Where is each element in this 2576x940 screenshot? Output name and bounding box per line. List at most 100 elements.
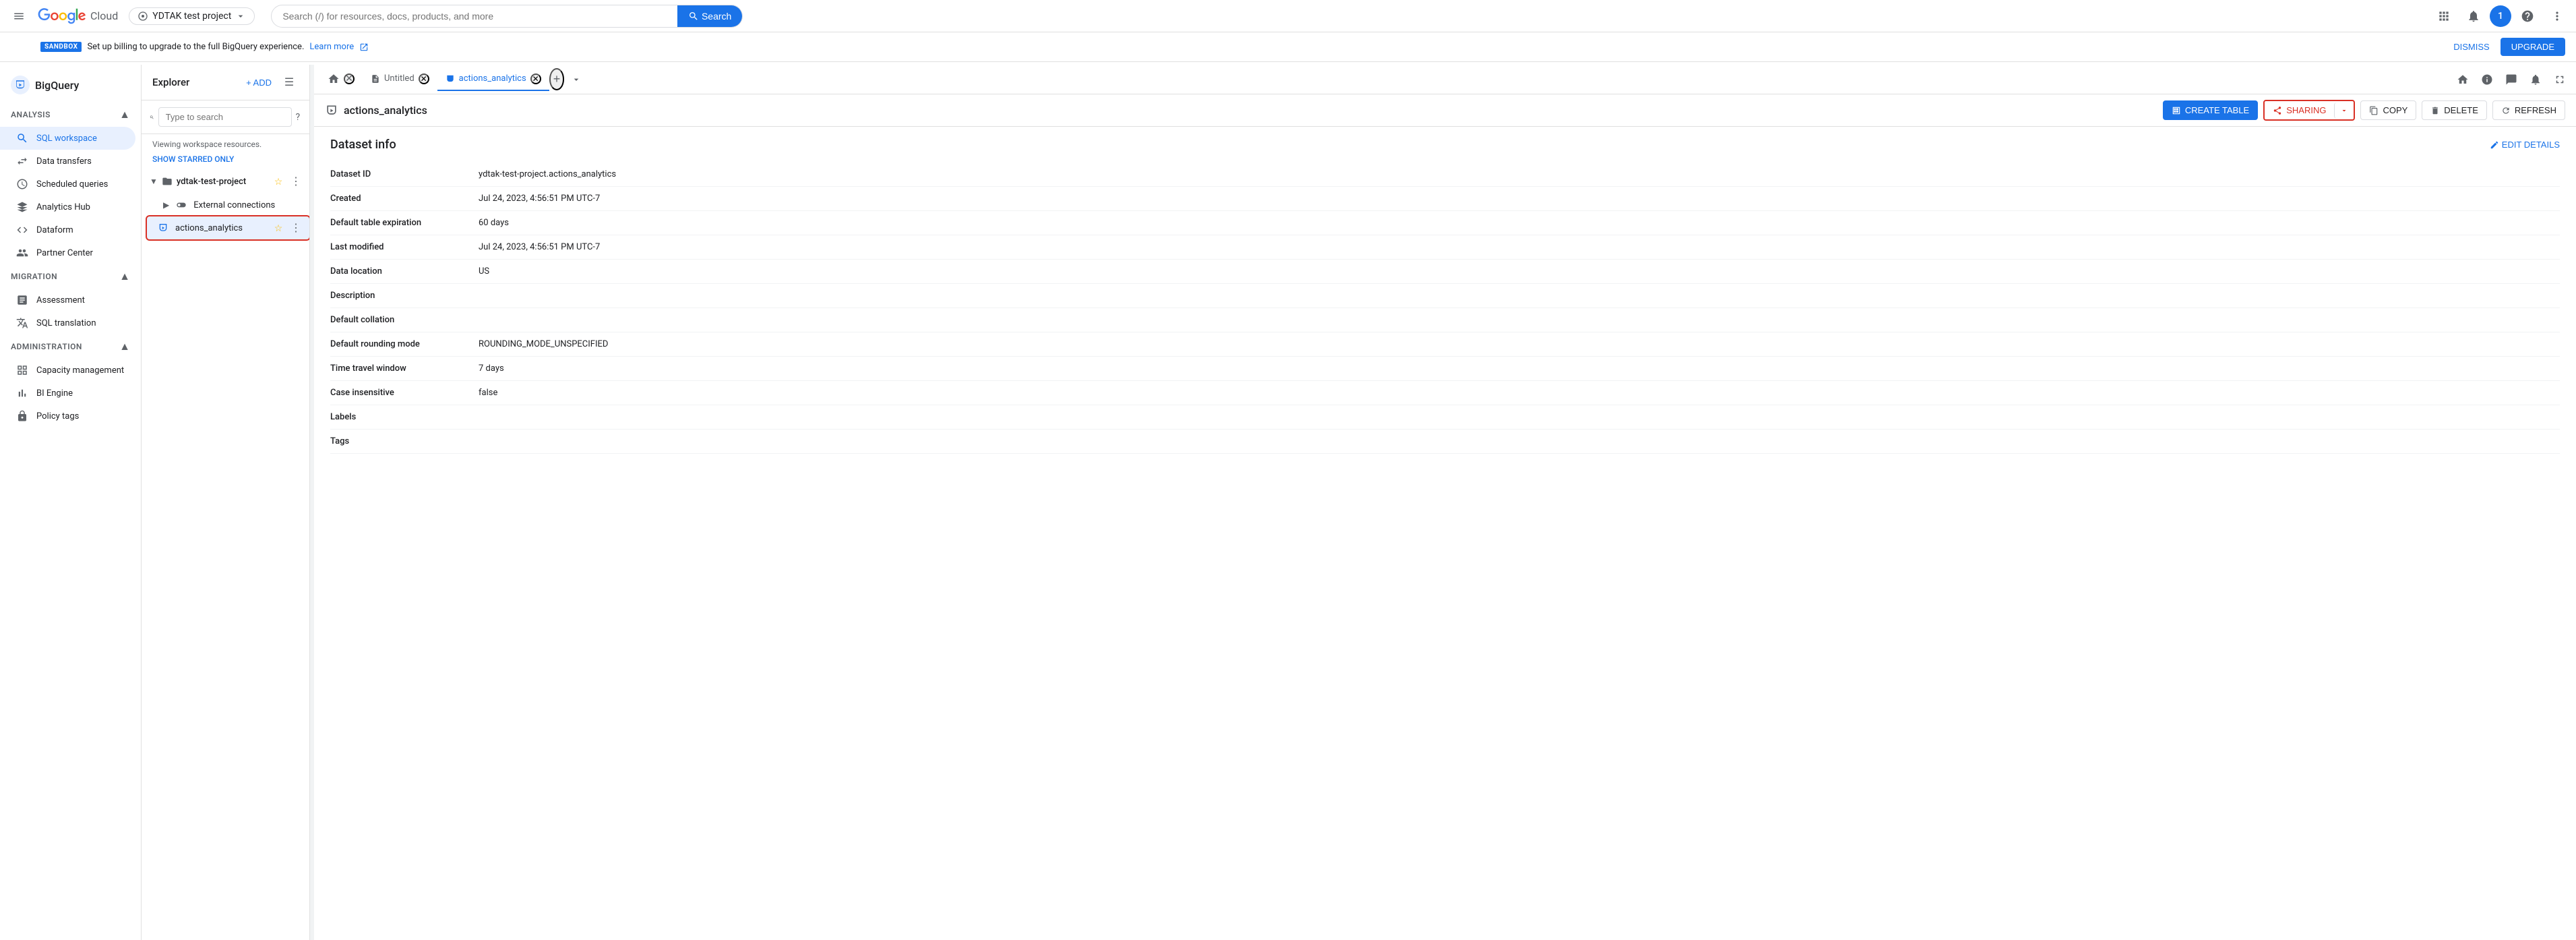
info-field-value: false	[479, 381, 2560, 405]
dismiss-button[interactable]: DISMISS	[2453, 42, 2489, 52]
sharing-dropdown-button[interactable]	[2334, 102, 2354, 119]
tabs-home-button[interactable]	[2452, 69, 2474, 90]
sidebar-item-sql-workspace[interactable]: SQL workspace	[0, 127, 135, 150]
sidebar-item-partner-center[interactable]: Partner Center	[0, 241, 135, 264]
sidebar-item-bi-engine[interactable]: BI Engine	[0, 382, 135, 405]
apps-button[interactable]	[2430, 3, 2457, 30]
notifications-button[interactable]	[2460, 3, 2487, 30]
sidebar-item-analytics-hub[interactable]: Analytics Hub	[0, 196, 135, 218]
sidebar-item-capacity-management[interactable]: Capacity management	[0, 359, 135, 382]
info-table-row: Time travel window 7 days	[330, 357, 2560, 381]
migration-items: Assessment SQL translation	[0, 289, 141, 334]
sidebar-item-sql-translation[interactable]: SQL translation	[0, 312, 135, 334]
sandbox-message: Set up billing to upgrade to the full Bi…	[87, 42, 304, 52]
actions-analytics-tab-icon	[446, 74, 455, 84]
delete-button[interactable]: DELETE	[2422, 100, 2487, 120]
more-options-button[interactable]	[2544, 3, 2571, 30]
info-field-label: Data location	[330, 260, 479, 284]
info-table-row: Description	[330, 284, 2560, 308]
learn-more-link[interactable]: Learn more	[309, 42, 354, 52]
upgrade-button[interactable]: UPGRADE	[2501, 38, 2565, 56]
help-button[interactable]	[2514, 3, 2541, 30]
project-icon	[162, 176, 173, 187]
actions-analytics-tab-close[interactable]: ✕	[530, 74, 541, 84]
dataset-toolbar-icon	[325, 104, 338, 117]
search-help-button[interactable]: ?	[295, 108, 301, 127]
tab-actions-analytics[interactable]: actions_analytics ✕	[437, 68, 549, 91]
sharing-chevron-icon	[2340, 107, 2348, 115]
project-selector[interactable]: YDTAK test project	[129, 7, 255, 25]
sidebar-item-scheduled-queries[interactable]: Scheduled queries	[0, 173, 135, 196]
tabs-info-button[interactable]	[2476, 69, 2498, 90]
info-field-value: US	[479, 260, 2560, 284]
dataset-icon	[158, 223, 168, 233]
info-table-row: Dataset ID ydtak-test-project.actions_an…	[330, 163, 2560, 187]
workspace-info: Viewing workspace resources.	[142, 134, 309, 154]
section-analysis[interactable]: Analysis ▲	[0, 102, 141, 127]
delete-icon	[2430, 106, 2440, 115]
tree-project-ydtak[interactable]: ▼ ydtak-test-project ☆ ⋮	[142, 169, 309, 194]
project-star-button[interactable]: ☆	[270, 173, 286, 189]
tabs-expand-button[interactable]	[2549, 69, 2571, 90]
external-connections-more[interactable]: ⋮	[288, 197, 304, 213]
explorer-tree: ▼ ydtak-test-project ☆ ⋮ ▶ External conn…	[142, 169, 309, 940]
info-table-row: Default rounding mode ROUNDING_MODE_UNSP…	[330, 332, 2560, 357]
bi-engine-icon	[16, 387, 28, 399]
tab-untitled[interactable]: Untitled ✕	[363, 68, 437, 91]
home-tab-close[interactable]: ✕	[344, 74, 355, 84]
administration-items: Capacity management BI Engine Policy tag…	[0, 359, 141, 428]
topbar: Cloud YDTAK test project Search 1	[0, 0, 2576, 32]
sharing-button[interactable]: SHARING	[2265, 101, 2334, 119]
dataset-info-table: Dataset ID ydtak-test-project.actions_an…	[330, 163, 2560, 454]
tabs-chat-button[interactable]	[2501, 69, 2522, 90]
administration-collapse-icon: ▲	[119, 340, 130, 353]
user-avatar[interactable]: 1	[2490, 5, 2511, 27]
info-field-value	[479, 284, 2560, 308]
untitled-tab-label: Untitled	[384, 74, 415, 84]
tree-item-external-connections[interactable]: ▶ External connections ⋮	[142, 194, 309, 216]
partner-center-icon	[16, 247, 28, 259]
tabs-notification-button[interactable]	[2525, 69, 2546, 90]
sidebar-item-assessment[interactable]: Assessment	[0, 289, 135, 312]
add-button[interactable]: + ADD	[241, 73, 277, 92]
info-field-label: Labels	[330, 405, 479, 430]
explorer-search: ?	[142, 100, 309, 134]
collapse-panel-button[interactable]: ☰	[280, 73, 299, 92]
google-cloud-logo[interactable]: Cloud	[38, 8, 118, 24]
info-field-label: Dataset ID	[330, 163, 479, 187]
hamburger-menu-button[interactable]	[5, 3, 32, 30]
section-migration[interactable]: Migration ▲	[0, 264, 141, 289]
refresh-button[interactable]: REFRESH	[2492, 100, 2565, 120]
search-button[interactable]: Search	[677, 5, 742, 27]
explorer-search-input[interactable]	[158, 107, 292, 127]
search-input[interactable]	[272, 5, 677, 27]
search-bar: Search	[271, 5, 743, 28]
analytics-hub-label: Analytics Hub	[36, 202, 90, 212]
main-content: ✕ Untitled ✕ actions_analytics ✕ +	[314, 65, 2576, 940]
sidebar-item-data-transfers[interactable]: Data transfers	[0, 150, 135, 173]
tab-more-button[interactable]	[567, 70, 586, 89]
toolbar: actions_analytics CREATE TABLE SHARING	[314, 94, 2576, 127]
show-starred-only-link[interactable]: SHOW STARRED ONLY	[142, 154, 309, 169]
copy-button[interactable]: COPY	[2360, 100, 2416, 120]
tree-item-actions-analytics[interactable]: actions_analytics ☆ ⋮	[147, 216, 309, 239]
add-tab-button[interactable]: +	[549, 68, 565, 90]
sandbox-actions: DISMISS UPGRADE	[2453, 38, 2565, 56]
info-field-value: ydtak-test-project.actions_analytics	[479, 163, 2560, 187]
analytics-hub-icon	[16, 201, 28, 213]
data-transfers-icon	[16, 155, 28, 167]
sidebar-item-policy-tags[interactable]: Policy tags	[0, 405, 135, 428]
tab-home[interactable]: ✕	[319, 67, 363, 92]
untitled-tab-close[interactable]: ✕	[419, 74, 429, 84]
actions-analytics-label: actions_analytics	[175, 223, 243, 233]
dataset-info-header: Dataset info EDIT DETAILS	[330, 138, 2560, 152]
sql-workspace-icon	[16, 132, 28, 144]
section-administration[interactable]: Administration ▲	[0, 334, 141, 359]
copy-icon	[2369, 106, 2379, 115]
actions-analytics-more[interactable]: ⋮	[288, 220, 304, 236]
actions-analytics-star[interactable]: ☆	[270, 220, 286, 236]
create-table-button[interactable]: CREATE TABLE	[2163, 100, 2258, 120]
project-more-button[interactable]: ⋮	[288, 173, 304, 189]
sidebar-item-dataform[interactable]: Dataform	[0, 218, 135, 241]
edit-details-button[interactable]: EDIT DETAILS	[2490, 140, 2560, 150]
